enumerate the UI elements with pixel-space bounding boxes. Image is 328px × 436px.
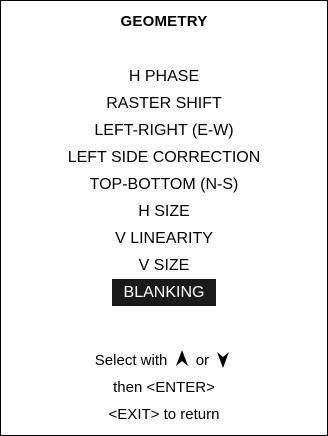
or-text: or [195,352,210,369]
menu-item-label: TOP-BOTTOM (N-S) [89,176,239,193]
menu-item-left-side-correction[interactable]: LEFT SIDE CORRECTION [1,144,327,171]
menu-item-blanking[interactable]: BLANKING [1,279,327,306]
menu-item-h-size[interactable]: H SIZE [1,198,327,225]
menu-title: GEOMETRY [120,13,208,30]
menu-item-label: LEFT-RIGHT (E-W) [94,122,234,139]
menu-item-h-phase[interactable]: H PHASE [1,63,327,90]
enter-instruction: then <ENTER> [113,379,215,396]
menu-item-label: RASTER SHIFT [106,95,222,112]
menu-item-v-linearity[interactable]: V LINEARITY [1,225,327,252]
menu-list: H PHASE RASTER SHIFT LEFT-RIGHT (E-W) LE… [1,63,327,306]
menu-item-label-selected: BLANKING [111,279,217,306]
menu-item-label: LEFT SIDE CORRECTION [67,149,261,166]
exit-instruction: <EXIT> to return [108,406,220,423]
arrow-up-icon [175,350,188,377]
select-prefix-text: Select with [94,352,168,369]
menu-item-top-bottom[interactable]: TOP-BOTTOM (N-S) [1,171,327,198]
menu-item-left-right[interactable]: LEFT-RIGHT (E-W) [1,117,327,144]
menu-item-label: H SIZE [138,203,190,220]
menu-item-label: H PHASE [128,68,200,85]
menu-item-v-size[interactable]: V SIZE [1,252,327,279]
menu-item-raster-shift[interactable]: RASTER SHIFT [1,90,327,117]
arrow-down-icon [217,350,230,377]
instructions: Select with or then <ENTER> <EXIT> to re… [1,347,327,428]
menu-item-label: V SIZE [138,257,190,274]
geometry-menu-panel: GEOMETRY H PHASE RASTER SHIFT LEFT-RIGHT… [0,0,328,436]
menu-item-label: V LINEARITY [115,230,213,247]
select-instruction: Select with or [1,347,327,374]
